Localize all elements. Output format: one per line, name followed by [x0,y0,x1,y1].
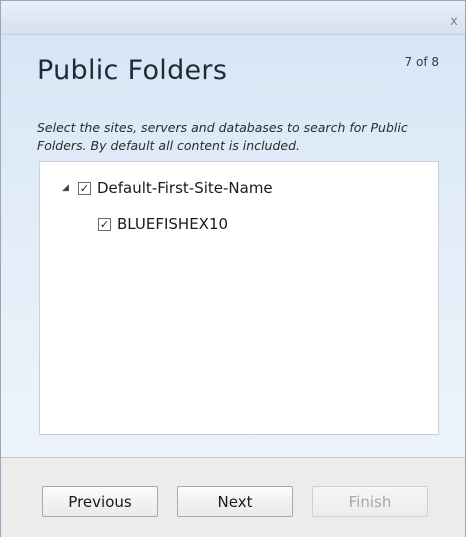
tree-item-site[interactable]: ◢ ✓ Default-First-Site-Name [62,178,273,198]
server-checkbox[interactable]: ✓ [98,217,111,231]
previous-button[interactable]: Previous [42,486,158,517]
title-bar: x [1,1,465,35]
site-tree[interactable]: ◢ ✓ Default-First-Site-Name ✓ BLUEFISHEX… [39,161,439,435]
expand-collapse-icon[interactable]: ◢ [62,183,72,193]
next-button[interactable]: Next [177,486,293,517]
site-checkbox[interactable]: ✓ [78,181,91,195]
wizard-content: Public Folders 7 of 8 Select the sites, … [1,35,465,457]
step-indicator: 7 of 8 [404,55,439,69]
tree-item-server[interactable]: ✓ BLUEFISHEX10 [98,214,228,234]
close-icon[interactable]: x [447,15,461,29]
wizard-footer: Previous Next Finish [1,457,465,537]
page-description: Select the sites, servers and databases … [37,120,408,153]
page-title: Public Folders [37,55,228,86]
finish-button: Finish [312,486,428,517]
tree-item-label: Default-First-Site-Name [97,179,273,197]
wizard-window: x Public Folders 7 of 8 Select the sites… [0,0,466,537]
tree-item-label: BLUEFISHEX10 [117,215,229,233]
